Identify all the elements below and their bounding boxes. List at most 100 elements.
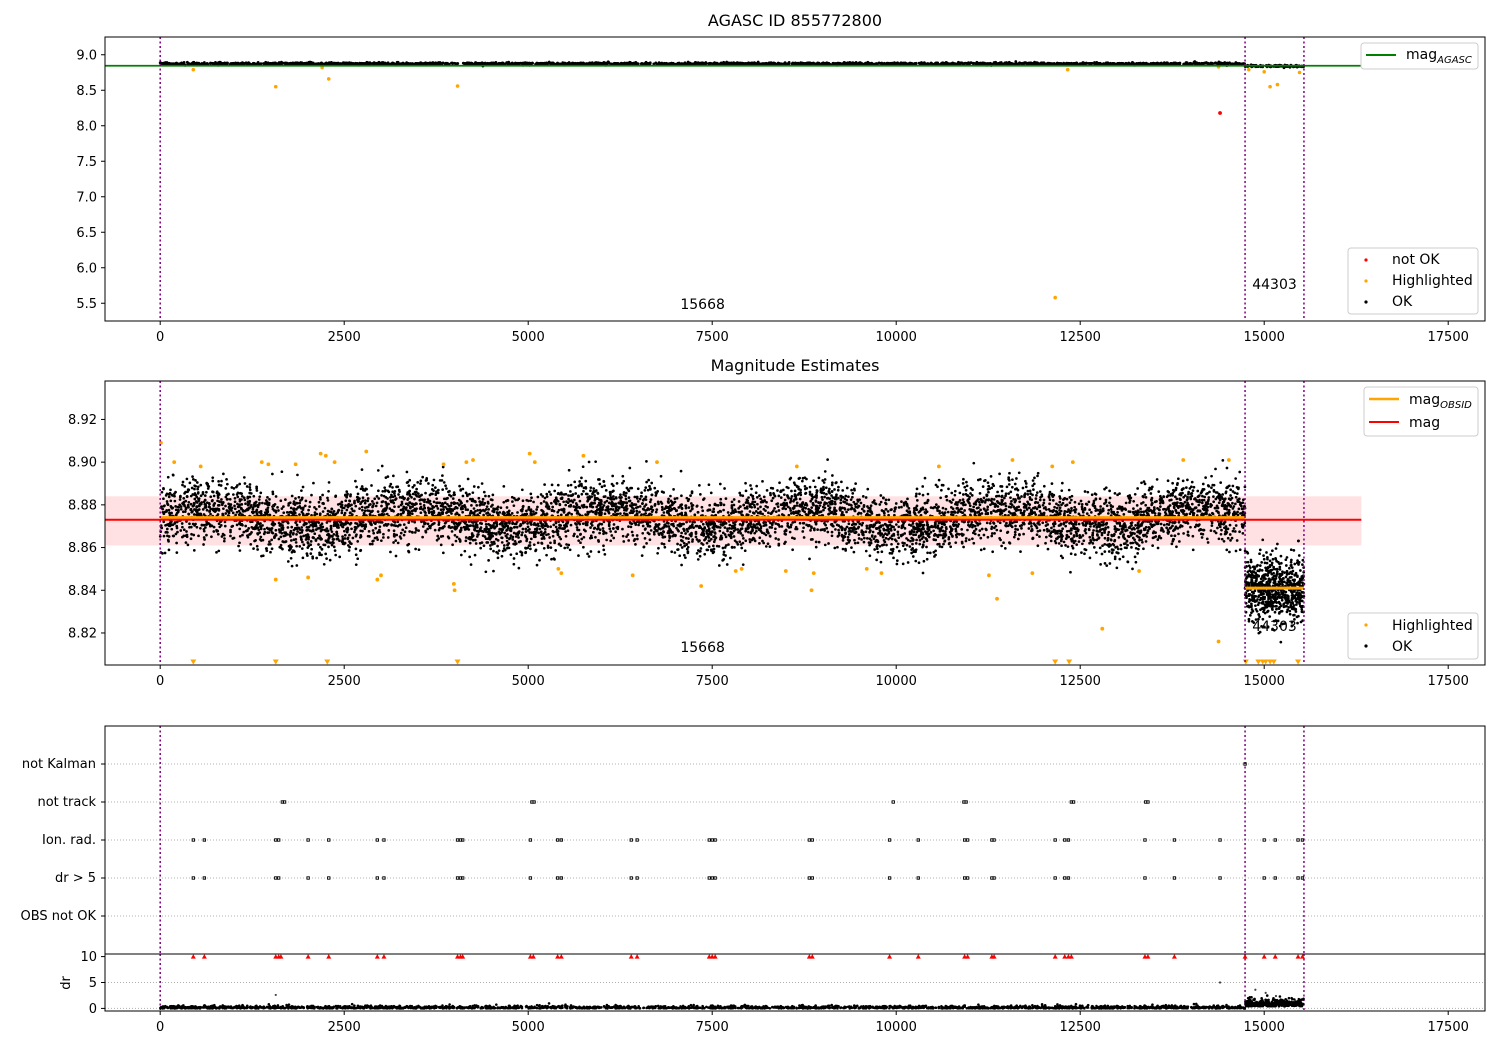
ok-point — [281, 61, 285, 65]
ok-point — [435, 497, 439, 501]
ok-point — [694, 61, 698, 64]
ok-point — [877, 61, 881, 65]
ok-point — [520, 488, 524, 492]
ok-point — [986, 535, 990, 539]
ok-point — [416, 62, 420, 65]
ok-point — [466, 477, 470, 481]
ok-point — [223, 520, 227, 524]
ok-point — [622, 61, 626, 65]
ok-point — [175, 61, 178, 65]
ok-point — [494, 62, 498, 66]
ok-point — [1008, 541, 1012, 545]
ok-point — [972, 62, 976, 65]
ok-point — [499, 62, 503, 65]
ok-point — [633, 495, 637, 499]
ok-point — [277, 509, 280, 512]
ok-point — [222, 533, 226, 537]
ok-point — [903, 541, 906, 545]
ok-point — [323, 62, 327, 66]
ok-point — [1176, 477, 1180, 481]
ok-point — [671, 61, 675, 65]
ok-point — [699, 493, 702, 496]
ok-point — [1013, 533, 1017, 537]
ok-point — [768, 545, 772, 548]
ok-point — [270, 62, 274, 65]
ok-point — [748, 510, 752, 513]
ok-point — [492, 549, 495, 553]
ok-point — [1022, 532, 1025, 536]
ok-point — [1106, 525, 1110, 529]
ok-point — [1006, 62, 1009, 66]
ok-point — [274, 528, 278, 532]
ok-point — [380, 512, 384, 516]
ok-point — [760, 62, 764, 66]
ok-point — [1041, 521, 1045, 525]
ok-point — [516, 61, 520, 65]
ok-point — [814, 545, 818, 549]
ok-point — [593, 494, 596, 497]
ok-point — [541, 494, 545, 498]
ok-point — [199, 526, 202, 530]
ok-point — [380, 464, 384, 468]
ok-point — [906, 497, 909, 501]
ok-point — [1106, 533, 1110, 537]
ok-point — [475, 504, 479, 507]
ok-point — [564, 534, 568, 538]
ok-point — [182, 528, 186, 532]
ok-point — [1191, 534, 1195, 538]
ok-point — [1075, 543, 1079, 546]
ok-point — [567, 468, 571, 472]
ok-point — [1073, 553, 1077, 556]
ok-point — [344, 499, 348, 503]
ok-point — [488, 61, 492, 65]
y-tick-label: 8.0 — [76, 119, 97, 134]
ok-point — [954, 541, 958, 545]
ok-point — [248, 62, 252, 66]
ok-point — [1132, 499, 1136, 503]
ok-point — [778, 481, 781, 485]
figure: AGASC ID 855772800 15668 44303 0 2500 5000… — [0, 0, 1500, 1050]
ok-point — [805, 62, 809, 65]
ok-point — [611, 474, 615, 478]
ok-point — [1124, 501, 1128, 505]
ok-point — [737, 500, 741, 503]
ok-point — [712, 507, 716, 511]
ok-point — [472, 485, 476, 488]
ok-point — [326, 496, 329, 500]
ok-point — [380, 494, 383, 497]
ok-point — [461, 494, 465, 498]
ok-point — [641, 531, 645, 535]
ok-point — [667, 497, 670, 501]
ok-point — [576, 535, 579, 538]
ok-point — [887, 61, 891, 65]
ok-point — [1081, 542, 1084, 546]
ok-point — [453, 533, 457, 537]
ok-point — [971, 537, 974, 541]
y-tick-label: 9.0 — [76, 48, 97, 63]
ok-point — [564, 530, 567, 533]
ok-point — [827, 542, 830, 545]
ok-point — [968, 62, 972, 66]
ok-point — [581, 522, 585, 526]
ok-point — [695, 505, 699, 508]
ok-point — [545, 492, 549, 496]
ok-point — [701, 522, 705, 526]
ok-point — [532, 500, 535, 504]
ok-point — [233, 496, 237, 500]
ok-point — [1038, 498, 1042, 502]
ok-point — [1102, 62, 1106, 65]
ok-point — [654, 61, 658, 65]
ok-point — [205, 533, 208, 537]
ok-point — [1095, 526, 1099, 529]
ok-point — [492, 569, 495, 573]
ok-point — [232, 62, 236, 66]
ok-point — [598, 482, 602, 486]
ok-point — [500, 554, 504, 558]
ok-point — [225, 477, 228, 481]
ok-point — [667, 539, 671, 542]
ok-point — [471, 491, 475, 495]
ok-point — [369, 502, 372, 506]
ok-point — [383, 489, 387, 493]
ok-point — [606, 60, 610, 64]
ok-point — [165, 500, 169, 503]
